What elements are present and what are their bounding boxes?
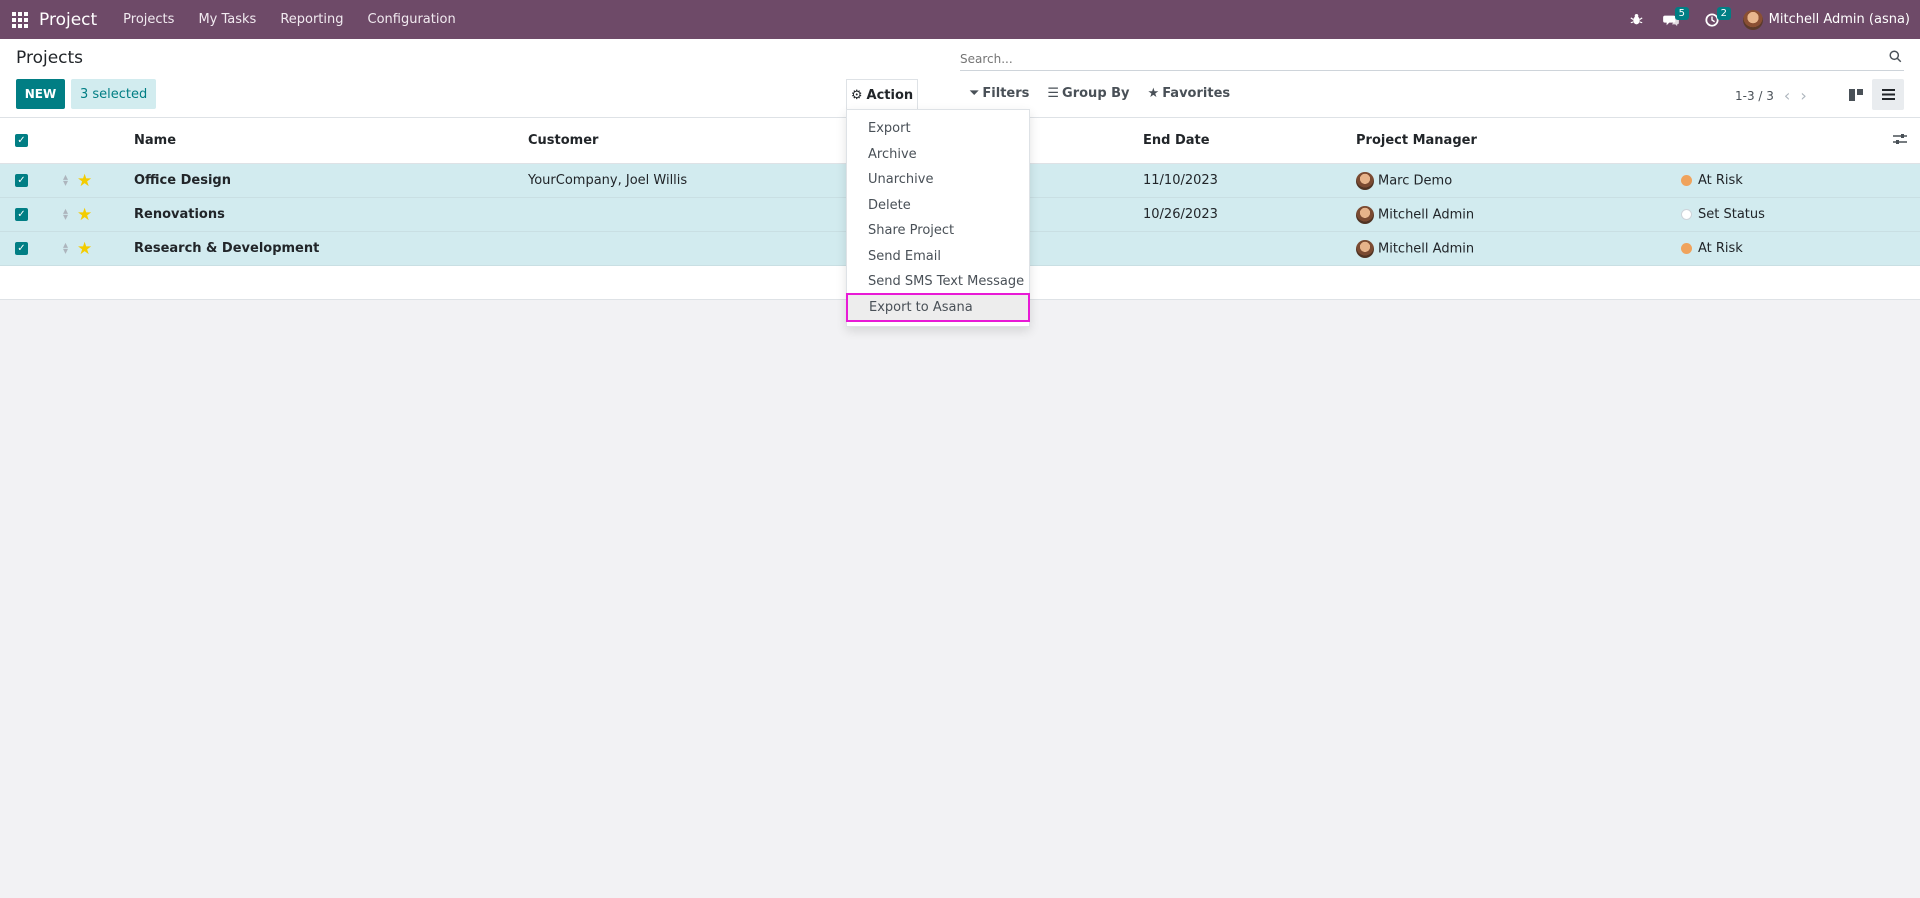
select-all-checkbox[interactable]: ✓ <box>15 134 28 147</box>
user-avatar[interactable] <box>1742 9 1763 30</box>
menu-item-delete[interactable]: Delete <box>847 193 1029 219</box>
row-name: Renovations <box>134 207 225 222</box>
column-header-end-date[interactable]: End Date <box>1143 133 1210 148</box>
menu-item-share-project[interactable]: Share Project <box>847 218 1029 244</box>
filter-funnel-icon: ⏷ <box>969 86 980 101</box>
row-name: Research & Development <box>134 241 320 256</box>
control-panel: Projects NEW 3 selected ⚙ Action ⏷Filter… <box>0 39 1920 118</box>
status-label: At Risk <box>1698 241 1743 256</box>
row-end-date: 10/26/2023 <box>1143 207 1218 222</box>
nav-projects[interactable]: Projects <box>123 12 174 27</box>
selection-count-badge[interactable]: 3 selected <box>71 79 157 109</box>
row-manager: Marc Demo <box>1356 171 1453 190</box>
kanban-view-icon[interactable] <box>1840 79 1872 110</box>
messages-chat-icon[interactable]: 5 <box>1662 6 1690 27</box>
group-by-button[interactable]: ☰ Group By <box>1047 86 1129 101</box>
star-icon: ★ <box>1147 86 1160 101</box>
status-dot-icon <box>1681 209 1692 220</box>
status-dot-icon <box>1681 243 1692 254</box>
search-icon[interactable] <box>1889 50 1902 67</box>
pager-next-icon[interactable]: › <box>1800 86 1806 105</box>
row-status[interactable]: Set Status <box>1681 207 1765 222</box>
top-navbar: Project Projects My Tasks Reporting Conf… <box>0 0 1920 39</box>
drag-handle-icon[interactable]: ▴ ▾ <box>63 206 68 222</box>
search-input[interactable] <box>960 51 1860 66</box>
action-dropdown-menu: Export Archive Unarchive Delete Share Pr… <box>846 109 1030 327</box>
filters-button[interactable]: ⏷ Filters <box>969 86 1029 101</box>
column-header-name[interactable]: Name <box>134 133 176 148</box>
menu-item-send-sms[interactable]: Send SMS Text Message <box>847 269 1029 295</box>
messages-count-badge: 5 <box>1674 6 1690 20</box>
status-dot-icon <box>1681 175 1692 186</box>
user-menu-name[interactable]: Mitchell Admin (asna) <box>1769 12 1910 27</box>
menu-item-export[interactable]: Export <box>847 116 1029 142</box>
manager-name: Mitchell Admin <box>1378 241 1475 256</box>
navbar-systray: 5 2 Mitchell Admin (asna) <box>1620 0 1920 39</box>
row-manager: Mitchell Admin <box>1356 205 1475 224</box>
app-brand[interactable]: Project <box>39 10 97 30</box>
favorite-star-icon[interactable]: ★ <box>77 239 92 259</box>
row-checkbox[interactable]: ✓ <box>15 242 28 255</box>
manager-avatar <box>1356 239 1374 258</box>
gear-icon: ⚙ <box>850 87 863 103</box>
favorite-star-icon[interactable]: ★ <box>77 205 92 225</box>
action-label: Action <box>866 87 914 103</box>
menu-item-export-to-asana[interactable]: Export to Asana <box>846 292 1030 322</box>
pager: 1-3 / 3 ‹ › <box>1735 86 1807 105</box>
page-title: Projects <box>16 48 84 68</box>
menu-item-send-email[interactable]: Send Email <box>847 244 1029 270</box>
nav-configuration[interactable]: Configuration <box>368 12 456 27</box>
manager-avatar <box>1356 171 1374 190</box>
action-dropdown-button[interactable]: ⚙ Action <box>846 79 918 110</box>
row-checkbox[interactable]: ✓ <box>15 174 28 187</box>
manager-name: Marc Demo <box>1378 173 1453 188</box>
favorites-label: Favorites <box>1162 86 1231 101</box>
debug-bug-icon[interactable] <box>1630 13 1643 26</box>
optional-columns-toggle-icon[interactable] <box>1893 133 1907 149</box>
row-manager: Mitchell Admin <box>1356 239 1475 258</box>
filters-label: Filters <box>982 86 1030 101</box>
search-bar <box>960 47 1904 71</box>
list-view-icon[interactable] <box>1872 79 1904 110</box>
search-panel-toggles: ⏷ Filters ☰ Group By ★ Favorites <box>969 86 1230 101</box>
menu-item-archive[interactable]: Archive <box>847 142 1029 168</box>
row-customer: YourCompany, Joel Willis <box>528 173 688 188</box>
row-checkbox[interactable]: ✓ <box>15 208 28 221</box>
row-name: Office Design <box>134 173 231 188</box>
column-header-project-manager[interactable]: Project Manager <box>1356 133 1477 148</box>
pager-value[interactable]: 1-3 / 3 <box>1735 89 1774 103</box>
nav-reporting[interactable]: Reporting <box>280 12 343 27</box>
row-status[interactable]: At Risk <box>1681 173 1743 188</box>
activities-count-badge: 2 <box>1716 6 1732 20</box>
row-end-date: 11/10/2023 <box>1143 173 1218 188</box>
view-switcher <box>1840 79 1904 110</box>
row-status[interactable]: At Risk <box>1681 241 1743 256</box>
layers-icon: ☰ <box>1047 86 1060 101</box>
status-label: At Risk <box>1698 173 1743 188</box>
drag-handle-icon[interactable]: ▴ ▾ <box>63 240 68 256</box>
activities-clock-icon[interactable]: 2 <box>1705 6 1732 27</box>
favorites-button[interactable]: ★ Favorites <box>1148 86 1231 101</box>
drag-handle-icon[interactable]: ▴ ▾ <box>63 172 68 188</box>
pager-previous-icon[interactable]: ‹ <box>1784 86 1790 105</box>
favorite-star-icon[interactable]: ★ <box>77 171 92 191</box>
status-label: Set Status <box>1698 207 1765 222</box>
group-by-label: Group By <box>1062 86 1130 101</box>
menu-item-unarchive[interactable]: Unarchive <box>847 167 1029 193</box>
manager-name: Mitchell Admin <box>1378 207 1475 222</box>
manager-avatar <box>1356 205 1374 224</box>
nav-my-tasks[interactable]: My Tasks <box>198 12 256 27</box>
apps-menu-icon[interactable] <box>12 11 28 28</box>
new-button[interactable]: NEW <box>16 79 65 109</box>
column-header-customer[interactable]: Customer <box>528 133 598 148</box>
